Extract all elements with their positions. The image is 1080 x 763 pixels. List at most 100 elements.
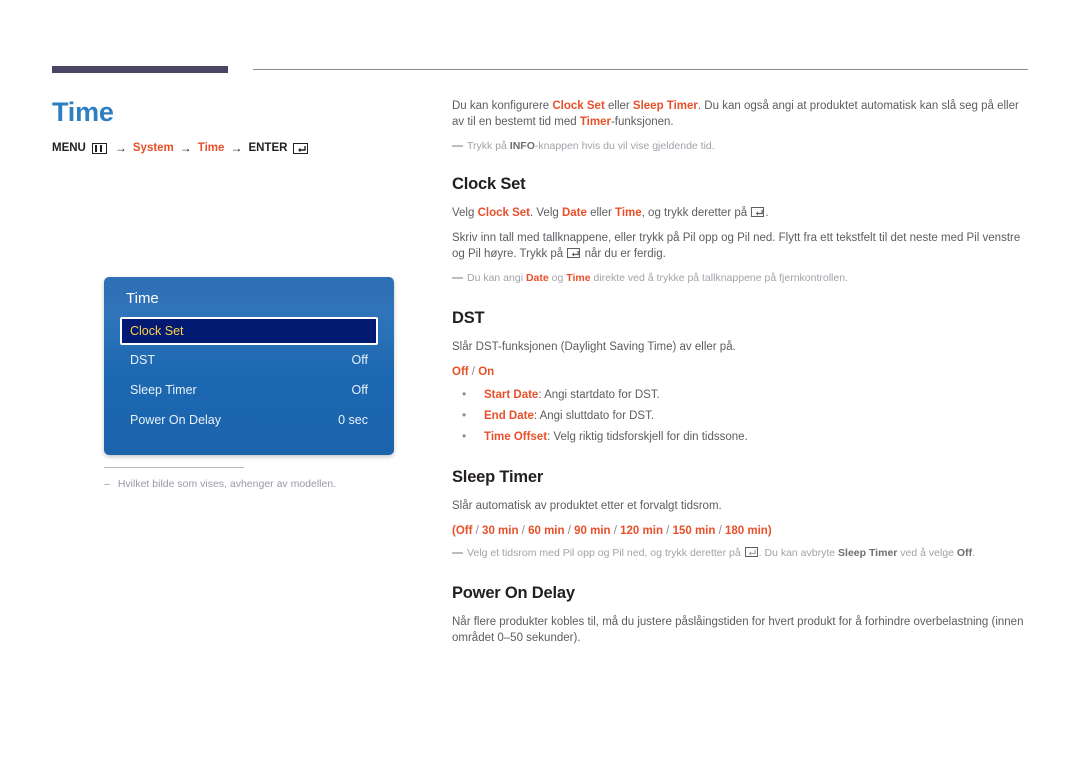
osd-item-label: Power On Delay [130, 413, 222, 427]
enter-key-icon [744, 547, 758, 557]
menu-path-breadcrumb: MENU → System → Time → ENTER [52, 141, 402, 155]
cs-term-date: Date [561, 207, 587, 219]
osd-item-list: Clock Set DST Off Sleep Timer Off Power … [104, 317, 394, 435]
cs-note-time: Time [566, 272, 591, 284]
st-option-30: 30 min [482, 525, 519, 537]
cs-note-date: Date [525, 272, 549, 284]
clock-set-note: Du kan angi Date og Time direkte ved å t… [452, 271, 1028, 286]
menu-path-arrow-2: → [179, 141, 192, 155]
osd-item-label: Clock Set [130, 324, 184, 338]
section-clock-set: Clock Set Velg Clock Set. Velg Date elle… [452, 174, 1028, 286]
st-sep-1: / [472, 525, 483, 537]
osd-item-sleep-timer[interactable]: Sleep Timer Off [120, 375, 378, 405]
st-option-120: 120 min [620, 525, 663, 537]
menu-grid-icon [91, 142, 107, 154]
caption-row: – Hvilket bilde som vises, avhenger av m… [104, 477, 404, 491]
osd-item-power-on-delay[interactable]: Power On Delay 0 sec [120, 405, 378, 435]
st-note-sleep-timer: Sleep Timer [838, 547, 898, 559]
dst-term-start-date: Start Date [484, 389, 539, 401]
cs-text-h: . [765, 207, 769, 219]
st-option-150: 150 min [672, 525, 716, 537]
menu-path-menu-label: MENU [52, 142, 86, 154]
st-note-a: Velg et tidsrom med Pil opp og Pil ned, … [467, 547, 744, 559]
st-note-d: ved å velge [897, 547, 957, 559]
st-sep-2: / [518, 525, 529, 537]
menu-path-step-system: System [132, 142, 174, 154]
st-sep-6: / [715, 525, 725, 537]
st-note-f: . [972, 547, 976, 559]
st-sep-5: / [662, 525, 673, 537]
st-sep-3: / [564, 525, 575, 537]
intro-text-a: Du kan konfigurere [452, 100, 553, 112]
header-rule-thick [52, 66, 228, 73]
heading-power-on-delay: Power On Delay [452, 584, 575, 602]
intro-term-clock-set: Clock Set [552, 100, 605, 112]
section-power-on-delay: Power On Delay Når flere produkter koble… [452, 583, 1028, 646]
intro-term-timer: Timer [579, 116, 611, 128]
menu-path-step-time: Time [197, 142, 225, 154]
dst-bullet-end-date: End Date: Angi sluttdato for DST. [452, 407, 1028, 424]
intro-paragraph: Du kan konfigurere Clock Set eller Sleep… [452, 98, 1028, 130]
dst-option-on: On [478, 366, 495, 378]
intro-block: Du kan konfigurere Clock Set eller Sleep… [452, 98, 1028, 154]
intro-note-a: Trykk på [467, 140, 510, 152]
st-option-90: 90 min [574, 525, 611, 537]
st-note-off: Off [956, 547, 973, 559]
clock-set-paragraph-2: Skriv inn tall med tallknappene, eller t… [452, 230, 1028, 262]
osd-item-label: Sleep Timer [130, 383, 197, 397]
intro-note: Trykk på INFO-knappen hvis du vil vise g… [452, 139, 1028, 154]
dst-option-off: Off [452, 366, 469, 378]
osd-item-value: 0 sec [338, 413, 368, 427]
intro-note-c: -knappen hvis du vil vise gjeldende tid. [534, 140, 715, 152]
heading-clock-set: Clock Set [452, 175, 526, 193]
dst-term-time-offset: Time Offset [484, 431, 548, 443]
dst-options-sep: / [468, 366, 479, 378]
cs-note-e: direkte ved å trykke på tallknappene på … [590, 272, 848, 284]
menu-path-enter-label: ENTER [248, 142, 288, 154]
left-column: Time MENU → System → Time → ENTER Time C… [52, 95, 402, 490]
sleep-timer-options: (Off / 30 min / 60 min / 90 min / 120 mi… [452, 523, 1028, 539]
enter-key-icon [293, 142, 309, 154]
menu-path-arrow-1: → [114, 141, 127, 155]
dst-bullet-list: Start Date: Angi startdato for DST. End … [452, 386, 1028, 445]
heading-sleep-timer: Sleep Timer [452, 468, 544, 486]
cs-text-g: , og trykk deretter på [641, 207, 751, 219]
intro-term-sleep-timer: Sleep Timer [632, 100, 698, 112]
dst-desc-time-offset: : Velg riktig tidsforskjell for din tids… [547, 431, 748, 443]
osd-item-value: Off [351, 383, 368, 397]
page-title: Time [52, 97, 114, 127]
manual-page: Time MENU → System → Time → ENTER Time C… [0, 0, 1080, 763]
osd-item-clock-set[interactable]: Clock Set [120, 317, 378, 345]
dst-bullet-start-date: Start Date: Angi startdato for DST. [452, 386, 1028, 403]
osd-title: Time [126, 290, 159, 307]
enter-key-icon [567, 248, 581, 258]
cs-note-c: og [548, 272, 567, 284]
st-note-b: . Du kan avbryte [758, 547, 839, 559]
st-option-60: 60 min [528, 525, 565, 537]
section-dst: DST Slår DST-funksjonen (Daylight Saving… [452, 308, 1028, 445]
cs2-text-b: når du er ferdig. [581, 248, 666, 260]
osd-item-value: Off [351, 353, 368, 367]
section-sleep-timer: Sleep Timer Slår automatisk av produktet… [452, 467, 1028, 561]
dst-desc-end-date: : Angi sluttdato for DST. [533, 410, 655, 422]
sleep-timer-paragraph: Slår automatisk av produktet etter et fo… [452, 500, 722, 512]
st-paren-close: ) [767, 525, 772, 537]
osd-item-dst[interactable]: DST Off [120, 345, 378, 375]
caption-dash: – [104, 478, 110, 490]
dst-options: Off / On [452, 364, 1028, 380]
power-on-delay-paragraph: Når flere produkter kobles til, må du ju… [452, 616, 1024, 644]
dst-term-end-date: End Date [484, 410, 534, 422]
cs-text-c: . Velg [530, 207, 562, 219]
heading-dst: DST [452, 309, 485, 327]
dst-paragraph: Slår DST-funksjonen (Daylight Saving Tim… [452, 341, 736, 353]
intro-text-g: -funksjonen. [610, 116, 674, 128]
dst-bullet-time-offset: Time Offset: Velg riktig tidsforskjell f… [452, 428, 1028, 445]
sleep-timer-note: Velg et tidsrom med Pil opp og Pil ned, … [452, 546, 1028, 561]
intro-note-info: INFO [509, 140, 535, 152]
enter-key-icon [751, 207, 765, 217]
caption-rule [104, 467, 244, 468]
cs-term-time: Time [615, 207, 642, 219]
intro-text-c: eller [604, 100, 633, 112]
header-rules [52, 66, 1028, 74]
st-option-off: Off [455, 525, 473, 537]
